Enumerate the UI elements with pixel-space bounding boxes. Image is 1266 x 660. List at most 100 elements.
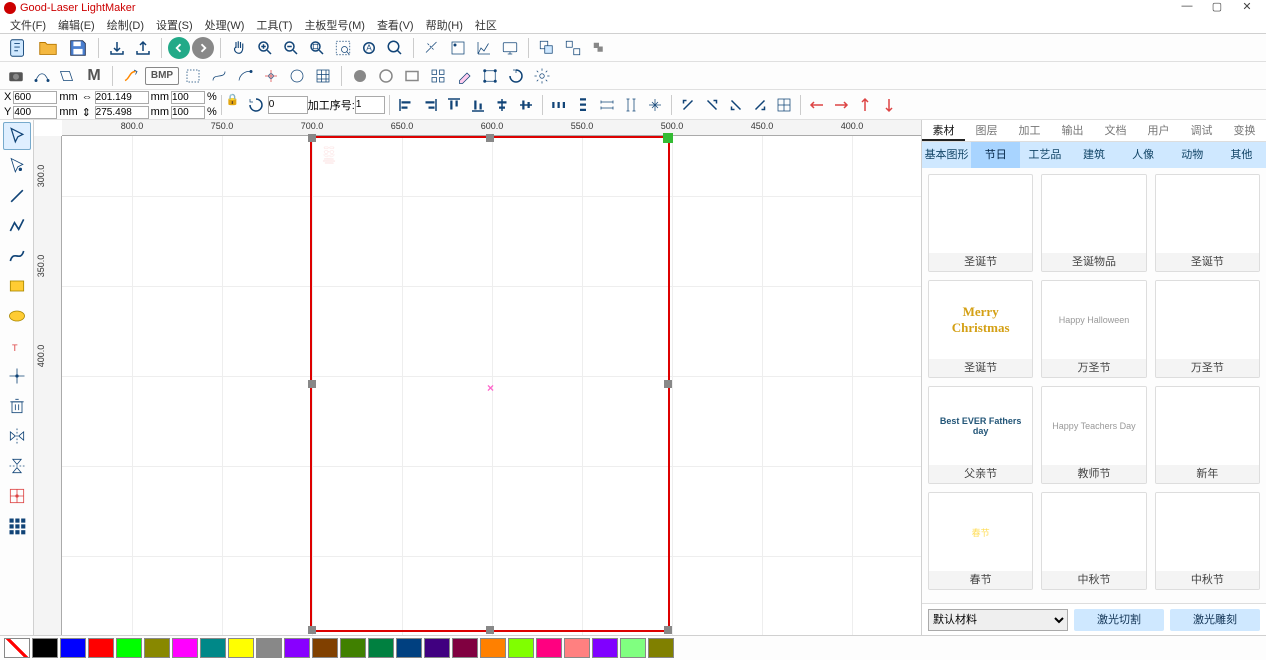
asset-item[interactable]: 万圣节 <box>1155 280 1260 378</box>
menu-edit[interactable]: 编辑(E) <box>52 17 101 33</box>
curve-tool[interactable] <box>3 242 31 270</box>
tab-debug[interactable]: 调试 <box>1180 120 1223 141</box>
array-tool[interactable] <box>3 482 31 510</box>
color-swatch[interactable] <box>32 638 58 658</box>
flip-v-button[interactable] <box>829 93 853 117</box>
zoom-page-button[interactable] <box>383 36 407 60</box>
curve-button[interactable] <box>207 64 231 88</box>
asset-item[interactable]: Happy Halloween万圣节 <box>1041 280 1146 378</box>
sy-input[interactable] <box>171 106 205 119</box>
h-input[interactable] <box>95 106 149 119</box>
lock-w-icon[interactable]: ⇔ <box>82 91 93 103</box>
zoom-all-button[interactable]: A <box>357 36 381 60</box>
color-swatch[interactable] <box>424 638 450 658</box>
align-right-button[interactable] <box>418 93 442 117</box>
cat-holiday[interactable]: 节日 <box>971 142 1020 168</box>
rotation-input[interactable] <box>268 96 308 114</box>
tab-assets[interactable]: 素材 <box>922 120 965 141</box>
node-select-tool[interactable] <box>3 152 31 180</box>
color-swatch[interactable] <box>256 638 282 658</box>
snap-button[interactable] <box>259 64 283 88</box>
menu-tools[interactable]: 工具(T) <box>250 17 298 33</box>
color-swatch[interactable] <box>116 638 142 658</box>
laser-engrave-button[interactable]: 激光雕刻 <box>1170 609 1260 631</box>
corner-bl-button[interactable] <box>724 93 748 117</box>
color-swatch[interactable] <box>564 638 590 658</box>
cat-basic[interactable]: 基本图形 <box>922 142 971 168</box>
text-tool[interactable]: T <box>3 332 31 360</box>
cat-people[interactable]: 人像 <box>1119 142 1168 168</box>
combine-button[interactable] <box>587 36 611 60</box>
corner-br-button[interactable] <box>748 93 772 117</box>
align-top-button[interactable] <box>442 93 466 117</box>
tab-transform[interactable]: 变换 <box>1223 120 1266 141</box>
corner-tr-button[interactable] <box>700 93 724 117</box>
same-width-button[interactable] <box>595 93 619 117</box>
move-up-button[interactable] <box>853 93 877 117</box>
same-height-button[interactable] <box>619 93 643 117</box>
pan-button[interactable] <box>227 36 251 60</box>
flip-h-button[interactable] <box>805 93 829 117</box>
camera-button[interactable] <box>4 64 28 88</box>
menu-view[interactable]: 查看(V) <box>371 17 420 33</box>
ellipse-tool[interactable] <box>3 302 31 330</box>
color-swatch[interactable] <box>508 638 534 658</box>
lock-aspect-button[interactable]: 🔒 <box>226 93 244 117</box>
center-tool[interactable] <box>3 362 31 390</box>
color-swatch[interactable] <box>228 638 254 658</box>
menu-community[interactable]: 社区 <box>469 17 503 33</box>
same-size-button[interactable] <box>643 93 667 117</box>
x-input[interactable] <box>13 91 57 104</box>
asset-item[interactable]: 圣诞节 <box>1155 174 1260 272</box>
distribute-h-button[interactable] <box>547 93 571 117</box>
delete-tool[interactable] <box>3 392 31 420</box>
grid-tool[interactable] <box>3 512 31 540</box>
table-button[interactable] <box>311 64 335 88</box>
coord-button[interactable] <box>472 36 496 60</box>
close-button[interactable]: ✕ <box>1232 0 1262 16</box>
w-input[interactable] <box>95 91 149 104</box>
text-m-button[interactable]: M <box>82 64 106 88</box>
menu-help[interactable]: 帮助(H) <box>420 17 469 33</box>
export-button[interactable] <box>131 36 155 60</box>
tab-layers[interactable]: 图层 <box>965 120 1008 141</box>
distribute-v-button[interactable] <box>571 93 595 117</box>
menu-draw[interactable]: 绘制(D) <box>101 17 150 33</box>
settings-gear-button[interactable] <box>530 64 554 88</box>
color-swatch[interactable] <box>312 638 338 658</box>
fill-circle-button[interactable] <box>348 64 372 88</box>
asset-item[interactable]: Happy Teachers Day教师节 <box>1041 386 1146 484</box>
path-tool-button[interactable] <box>30 64 54 88</box>
import-button[interactable] <box>105 36 129 60</box>
cat-building[interactable]: 建筑 <box>1069 142 1118 168</box>
cat-other[interactable]: 其他 <box>1217 142 1266 168</box>
array-button[interactable] <box>426 64 450 88</box>
asset-item[interactable]: 中秋节 <box>1155 492 1260 590</box>
rotate-handle[interactable] <box>663 133 673 143</box>
display-button[interactable] <box>498 36 522 60</box>
asset-item[interactable]: Best EVER Fathers day父亲节 <box>928 386 1033 484</box>
seq-input[interactable] <box>355 96 385 114</box>
circle-tool-button[interactable] <box>285 64 309 88</box>
bmp-button[interactable]: BMP <box>145 67 179 85</box>
menu-file[interactable]: 文件(F) <box>4 17 52 33</box>
color-swatch[interactable] <box>536 638 562 658</box>
align-hcenter-button[interactable] <box>490 93 514 117</box>
ungroup-button[interactable] <box>561 36 585 60</box>
asset-item[interactable]: 圣诞节 <box>928 174 1033 272</box>
sx-input[interactable] <box>171 91 205 104</box>
swatch-none[interactable] <box>4 638 30 658</box>
rotate-button[interactable] <box>504 64 528 88</box>
bounds-button[interactable] <box>181 64 205 88</box>
align-bottom-button[interactable] <box>466 93 490 117</box>
color-swatch[interactable] <box>396 638 422 658</box>
rect-out-button[interactable] <box>400 64 424 88</box>
laser-cut-button[interactable]: 激光切割 <box>1074 609 1164 631</box>
color-swatch[interactable] <box>620 638 646 658</box>
measure-button[interactable] <box>420 36 444 60</box>
color-swatch[interactable] <box>340 638 366 658</box>
select-tool[interactable] <box>3 122 31 150</box>
rect-tool[interactable] <box>3 272 31 300</box>
zoom-fit-button[interactable] <box>305 36 329 60</box>
tab-output[interactable]: 输出 <box>1051 120 1094 141</box>
